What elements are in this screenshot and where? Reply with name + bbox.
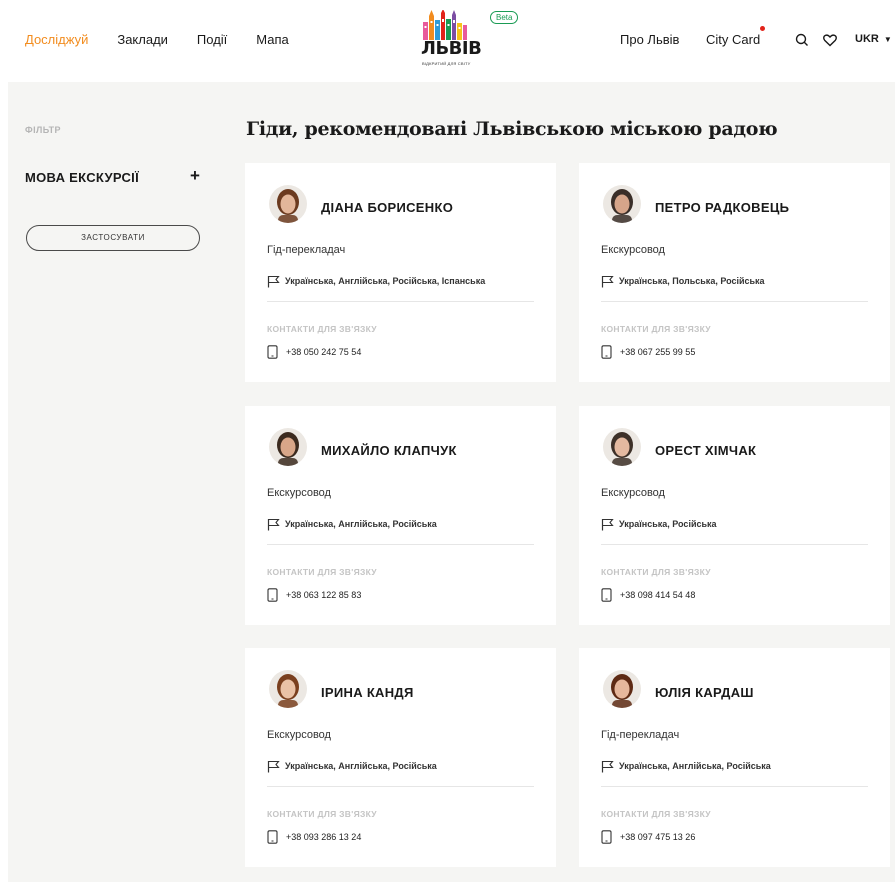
guide-languages: Українська, Англійська, Російська (285, 519, 437, 529)
phone-icon (601, 345, 612, 359)
contacts-label: КОНТАКТИ ДЛЯ ЗВ'ЯЗКУ (267, 809, 377, 819)
guide-phone-link[interactable]: +38 050 242 75 54 (286, 347, 361, 357)
language-selector[interactable]: UKR ▼ (855, 33, 892, 45)
contacts-label: КОНТАКТИ ДЛЯ ЗВ'ЯЗКУ (267, 567, 377, 577)
search-icon[interactable] (794, 32, 810, 48)
guide-languages: Українська, Польська, Російська (619, 276, 765, 286)
guide-card[interactable]: МИХАЙЛО КЛАПЧУК Екскурсовод Українська, … (245, 406, 556, 625)
guide-name[interactable]: ІРИНА КАНДЯ (321, 685, 414, 700)
avatar (603, 428, 641, 466)
divider (267, 786, 534, 787)
avatar (269, 185, 307, 223)
language-filter-toggle[interactable]: МОВА ЕКСКУРСІЇ (25, 170, 139, 185)
guide-role: Екскурсовод (601, 487, 665, 499)
beta-badge: Beta (490, 11, 519, 24)
page-title: Гіди, рекомендовані Львівською міською р… (246, 118, 778, 140)
flag-icon (267, 275, 280, 288)
phone-icon (267, 830, 278, 844)
guide-card[interactable]: ДІАНА БОРИСЕНКО Гід-перекладач Українськ… (245, 163, 556, 382)
divider (601, 786, 868, 787)
guide-card[interactable]: ІРИНА КАНДЯ Екскурсовод Українська, Англ… (245, 648, 556, 867)
contacts-label: КОНТАКТИ ДЛЯ ЗВ'ЯЗКУ (601, 324, 711, 334)
guide-card[interactable]: ПЕТРО РАДКОВЕЦЬ Екскурсовод Українська, … (579, 163, 890, 382)
nav-city-card[interactable]: City Card (706, 32, 760, 47)
avatar (269, 670, 307, 708)
nav-explore[interactable]: Досліджуй (25, 32, 88, 47)
guide-languages: Українська, Англійська, Російська (619, 761, 771, 771)
avatar (269, 428, 307, 466)
contacts-label: КОНТАКТИ ДЛЯ ЗВ'ЯЗКУ (601, 567, 711, 577)
guide-card[interactable]: ЮЛІЯ КАРДАШ Гід-перекладач Українська, А… (579, 648, 890, 867)
main-nav: Досліджуй Заклади Події Мапа (25, 32, 318, 47)
flag-icon (267, 760, 280, 773)
portrait-icon (269, 185, 307, 223)
flag-icon (601, 275, 614, 288)
logo-buildings-icon (423, 10, 467, 40)
portrait-icon (603, 185, 641, 223)
guide-languages: Українська, Англійська, Російська, Іспан… (285, 276, 486, 286)
guide-phone-link[interactable]: +38 098 414 54 48 (620, 590, 695, 600)
guide-card[interactable]: ОРЕСТ ХІМЧАК Екскурсовод Українська, Рос… (579, 406, 890, 625)
nav-places[interactable]: Заклади (117, 32, 168, 47)
phone-icon (601, 588, 612, 602)
contacts-label: КОНТАКТИ ДЛЯ ЗВ'ЯЗКУ (267, 324, 377, 334)
guide-name[interactable]: МИХАЙЛО КЛАПЧУК (321, 443, 457, 458)
guide-role: Екскурсовод (267, 729, 331, 741)
guide-phone-link[interactable]: +38 067 255 99 55 (620, 347, 695, 357)
phone-icon (267, 345, 278, 359)
flag-icon (601, 518, 614, 531)
nav-events[interactable]: Події (197, 32, 227, 47)
site-header: Досліджуй Заклади Події Мапа Beta ЛЬВІВ … (0, 0, 895, 82)
flag-icon (267, 518, 280, 531)
chevron-down-icon: ▼ (883, 35, 892, 44)
guide-name[interactable]: ДІАНА БОРИСЕНКО (321, 200, 453, 215)
guide-role: Екскурсовод (267, 487, 331, 499)
guide-role: Екскурсовод (601, 244, 665, 256)
guide-role: Гід-перекладач (267, 244, 346, 256)
portrait-icon (269, 428, 307, 466)
lviv-logo[interactable]: Beta ЛЬВІВ ВІДКРИТИЙ ДЛЯ СВІТУ (420, 8, 530, 68)
guide-languages: Українська, Російська (619, 519, 717, 529)
guide-role: Гід-перекладач (601, 729, 680, 741)
guide-phone-link[interactable]: +38 093 286 13 24 (286, 832, 361, 842)
logo-wordmark: ЛЬВІВ (421, 38, 482, 59)
nav-map[interactable]: Мапа (256, 32, 288, 47)
guide-name[interactable]: ЮЛІЯ КАРДАШ (655, 685, 754, 700)
phone-icon (601, 830, 612, 844)
notification-dot (760, 26, 765, 31)
apply-filter-button[interactable]: ЗАСТОСУВАТИ (26, 225, 200, 251)
guide-phone-link[interactable]: +38 063 122 85 83 (286, 590, 361, 600)
guide-languages: Українська, Англійська, Російська (285, 761, 437, 771)
avatar (603, 670, 641, 708)
heart-icon[interactable] (822, 32, 838, 48)
language-label: UKR (855, 33, 879, 45)
divider (267, 544, 534, 545)
expand-plus-icon[interactable]: + (190, 166, 200, 186)
flag-icon (601, 760, 614, 773)
divider (601, 301, 868, 302)
contacts-label: КОНТАКТИ ДЛЯ ЗВ'ЯЗКУ (601, 809, 711, 819)
portrait-icon (603, 428, 641, 466)
avatar (603, 185, 641, 223)
guide-name[interactable]: ПЕТРО РАДКОВЕЦЬ (655, 200, 789, 215)
divider (601, 544, 868, 545)
nav-about-lviv[interactable]: Про Львів (620, 32, 679, 47)
guide-phone-link[interactable]: +38 097 475 13 26 (620, 832, 695, 842)
portrait-icon (603, 670, 641, 708)
phone-icon (267, 588, 278, 602)
portrait-icon (269, 670, 307, 708)
divider (267, 301, 534, 302)
filter-label: ФІЛЬТР (25, 125, 61, 135)
guide-name[interactable]: ОРЕСТ ХІМЧАК (655, 443, 756, 458)
logo-tagline: ВІДКРИТИЙ ДЛЯ СВІТУ (422, 61, 471, 66)
